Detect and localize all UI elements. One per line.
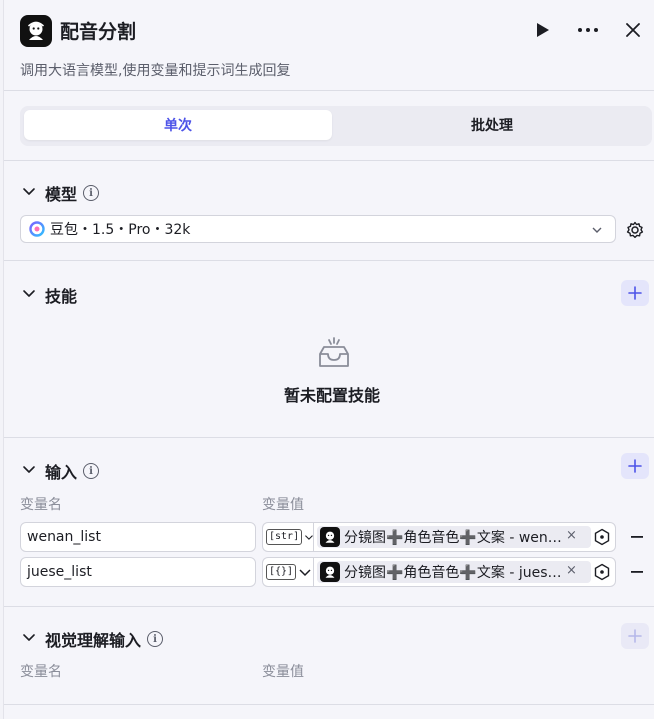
node-description: 调用大语言模型,使用变量和提示词生成回复 bbox=[20, 63, 291, 79]
reference-tag[interactable]: 分镜图➕角色音色➕文案 - juese_list bbox=[317, 561, 591, 583]
variable-picker-icon[interactable] bbox=[593, 528, 611, 546]
add-input-button[interactable] bbox=[621, 453, 649, 479]
tab-single[interactable]: 单次 bbox=[24, 110, 332, 140]
more-button[interactable] bbox=[576, 18, 600, 42]
close-icon bbox=[626, 23, 640, 37]
variable-picker-icon[interactable] bbox=[593, 563, 611, 581]
mode-tabs: 单次 批处理 bbox=[20, 106, 652, 146]
array-object-type-icon: [{}] bbox=[266, 564, 297, 580]
info-icon[interactable]: i bbox=[147, 631, 164, 647]
plus-icon bbox=[628, 459, 642, 473]
close-button[interactable] bbox=[621, 18, 645, 42]
variable-reference-field[interactable]: 分镜图➕角色音色➕文案 - juese_list × bbox=[313, 557, 616, 587]
info-icon[interactable]: i bbox=[83, 463, 100, 479]
divider bbox=[4, 90, 654, 91]
reference-tag[interactable]: 分镜图➕角色音色➕文案 - wenan_list bbox=[317, 526, 591, 548]
chevron-down-icon[interactable] bbox=[21, 629, 37, 645]
variable-name-input[interactable]: juese_list bbox=[20, 557, 256, 587]
model-select-value: 豆包・1.5・Pro・32k bbox=[50, 222, 191, 238]
info-icon[interactable]: i bbox=[83, 185, 100, 201]
divider bbox=[4, 260, 654, 261]
column-header-value: 变量值 bbox=[262, 664, 304, 680]
model-section-header: 模型 i bbox=[45, 181, 100, 205]
divider bbox=[4, 437, 654, 438]
remove-reference-icon[interactable]: × bbox=[566, 528, 577, 543]
plus-icon bbox=[628, 629, 642, 643]
node-config-panel: 配音分割 调用大语言模型,使用变量和提示词生成回复 单次 批处理 模型 i 豆包… bbox=[3, 0, 654, 719]
variable-type-select[interactable]: [str] bbox=[262, 522, 314, 552]
remove-row-button[interactable] bbox=[629, 564, 645, 580]
column-header-value: 变量值 bbox=[262, 497, 304, 513]
vision-section-title: 视觉理解输入 bbox=[45, 631, 142, 650]
skills-section-title: 技能 bbox=[45, 287, 78, 306]
column-header-name: 变量名 bbox=[20, 497, 62, 513]
chevron-down-icon[interactable] bbox=[21, 285, 37, 301]
reference-tag-label: 分镜图➕角色音色➕文案 - juese_list bbox=[344, 565, 564, 581]
remove-reference-icon[interactable]: × bbox=[566, 563, 577, 578]
input-section-header: 输入 i bbox=[45, 459, 100, 483]
plus-icon bbox=[628, 286, 642, 300]
settings-gear-icon[interactable] bbox=[626, 221, 644, 239]
add-vision-input-button[interactable] bbox=[621, 623, 649, 649]
more-icon bbox=[578, 28, 598, 32]
node-avatar-icon bbox=[320, 562, 340, 582]
minus-icon bbox=[631, 571, 643, 573]
chevron-down-icon[interactable] bbox=[21, 183, 37, 199]
model-section-title: 模型 bbox=[45, 185, 78, 204]
column-header-name: 变量名 bbox=[20, 664, 62, 680]
tab-batch[interactable]: 批处理 bbox=[336, 110, 648, 140]
divider bbox=[4, 160, 654, 161]
model-select[interactable]: 豆包・1.5・Pro・32k bbox=[20, 215, 616, 243]
variable-reference-field[interactable]: 分镜图➕角色音色➕文案 - wenan_list × bbox=[313, 522, 616, 552]
run-button[interactable] bbox=[531, 18, 555, 42]
input-section-title: 输入 bbox=[45, 463, 78, 482]
minus-icon bbox=[631, 536, 643, 538]
chevron-down-icon bbox=[592, 227, 602, 233]
node-avatar-icon bbox=[320, 527, 340, 547]
chevron-down-icon[interactable] bbox=[21, 461, 37, 477]
skills-section-header: 技能 bbox=[45, 283, 77, 307]
variable-type-select[interactable]: [{}] bbox=[262, 557, 314, 587]
array-string-type-icon: [str] bbox=[266, 529, 303, 545]
variable-name-input[interactable]: wenan_list bbox=[20, 522, 256, 552]
divider bbox=[4, 704, 654, 705]
reference-tag-label: 分镜图➕角色音色➕文案 - wenan_list bbox=[344, 530, 564, 546]
vision-section-header: 视觉理解输入 i bbox=[45, 627, 164, 651]
empty-inbox-icon bbox=[319, 337, 349, 367]
play-icon bbox=[537, 23, 549, 37]
doubao-logo-icon bbox=[29, 221, 45, 237]
remove-row-button[interactable] bbox=[629, 529, 645, 545]
node-title[interactable]: 配音分割 bbox=[60, 17, 136, 44]
skills-empty-text: 暂未配置技能 bbox=[284, 386, 381, 405]
divider bbox=[4, 606, 654, 607]
add-skill-button[interactable] bbox=[621, 280, 649, 306]
chevron-down-icon bbox=[299, 569, 311, 577]
node-avatar-icon bbox=[20, 15, 52, 47]
